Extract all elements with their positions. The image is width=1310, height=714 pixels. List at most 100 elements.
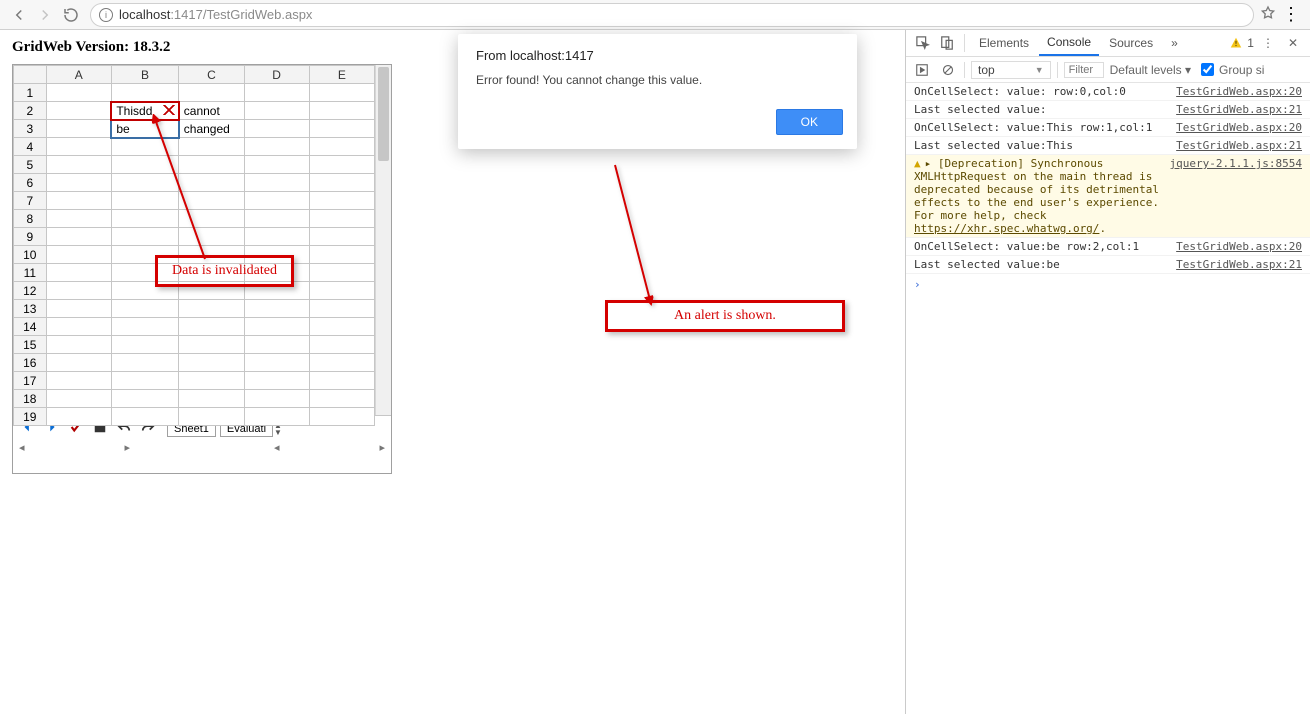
cell[interactable]: [309, 210, 374, 228]
cell[interactable]: [244, 174, 309, 192]
cell[interactable]: [111, 372, 178, 390]
cell[interactable]: [309, 174, 374, 192]
col-header[interactable]: E: [309, 66, 374, 84]
cell[interactable]: [309, 120, 374, 138]
console-source-link[interactable]: TestGridWeb.aspx:21: [1170, 139, 1302, 152]
cell[interactable]: [46, 354, 111, 372]
cell[interactable]: [244, 156, 309, 174]
cell[interactable]: [309, 282, 374, 300]
cell[interactable]: [46, 246, 111, 264]
row-header[interactable]: 5: [14, 156, 47, 174]
address-bar[interactable]: i localhost :1417/TestGridWeb.aspx: [90, 3, 1254, 27]
cell[interactable]: [46, 228, 111, 246]
cell[interactable]: [111, 84, 178, 102]
cell[interactable]: [46, 282, 111, 300]
console-line[interactable]: OnCellSelect: value:This row:1,col:1Test…: [906, 119, 1310, 137]
col-header[interactable]: B: [111, 66, 178, 84]
menu-button[interactable]: ⋮: [1276, 4, 1304, 25]
row-header[interactable]: 13: [14, 300, 47, 318]
cell[interactable]: [244, 138, 309, 156]
console-source-link[interactable]: TestGridWeb.aspx:21: [1170, 103, 1302, 116]
levels-select[interactable]: Default levels ▾: [1110, 63, 1191, 77]
group-checkbox[interactable]: Group si: [1197, 60, 1264, 79]
scroll-thumb[interactable]: [378, 67, 389, 161]
cell[interactable]: [46, 408, 111, 426]
console-prompt[interactable]: ›: [906, 274, 1310, 295]
cell[interactable]: [309, 156, 374, 174]
row-header[interactable]: 17: [14, 372, 47, 390]
bookmark-icon[interactable]: [1260, 5, 1276, 24]
row-header[interactable]: 16: [14, 354, 47, 372]
cell[interactable]: [46, 120, 111, 138]
devtools-close-icon[interactable]: ✕: [1282, 36, 1304, 50]
tab-console[interactable]: Console: [1039, 30, 1099, 56]
cell[interactable]: [244, 192, 309, 210]
console-line[interactable]: Last selected value:beTestGridWeb.aspx:2…: [906, 256, 1310, 274]
row-header[interactable]: 14: [14, 318, 47, 336]
console-source-link[interactable]: TestGridWeb.aspx:20: [1170, 121, 1302, 134]
console-line[interactable]: OnCellSelect: value:be row:2,col:1TestGr…: [906, 238, 1310, 256]
filter-input[interactable]: [1064, 62, 1104, 78]
row-header[interactable]: 7: [14, 192, 47, 210]
tab-sources[interactable]: Sources: [1101, 31, 1161, 55]
row-header[interactable]: 2: [14, 102, 47, 120]
cell[interactable]: [179, 300, 244, 318]
cell[interactable]: [111, 300, 178, 318]
forward-button[interactable]: [32, 3, 58, 27]
console-line[interactable]: ▲▸ [Deprecation] Synchronous XMLHttpRequ…: [906, 155, 1310, 238]
cell[interactable]: [179, 354, 244, 372]
console-line[interactable]: Last selected value:ThisTestGridWeb.aspx…: [906, 137, 1310, 155]
cell[interactable]: [309, 246, 374, 264]
cell[interactable]: [244, 102, 309, 120]
cell[interactable]: [309, 390, 374, 408]
cell[interactable]: [309, 228, 374, 246]
row-header[interactable]: 9: [14, 228, 47, 246]
dock-menu-icon[interactable]: ⋮: [1256, 36, 1280, 50]
console-source-link[interactable]: jquery-2.1.1.js:8554: [1164, 157, 1302, 235]
cell[interactable]: [179, 318, 244, 336]
cell[interactable]: [309, 318, 374, 336]
col-header[interactable]: C: [179, 66, 244, 84]
cell[interactable]: [309, 264, 374, 282]
console-line[interactable]: OnCellSelect: value: row:0,col:0TestGrid…: [906, 83, 1310, 101]
console-output[interactable]: OnCellSelect: value: row:0,col:0TestGrid…: [906, 83, 1310, 714]
cell[interactable]: [309, 300, 374, 318]
context-select[interactable]: top: [971, 61, 1051, 79]
cell[interactable]: [244, 318, 309, 336]
cell[interactable]: [46, 318, 111, 336]
cell[interactable]: [309, 192, 374, 210]
cell[interactable]: [309, 408, 374, 426]
cell[interactable]: [46, 174, 111, 192]
row-header[interactable]: 12: [14, 282, 47, 300]
cell[interactable]: [46, 390, 111, 408]
console-source-link[interactable]: TestGridWeb.aspx:20: [1170, 85, 1302, 98]
cell[interactable]: [244, 336, 309, 354]
cell[interactable]: [244, 228, 309, 246]
cell[interactable]: [46, 192, 111, 210]
horizontal-scrollbar[interactable]: ◂▸◂▸: [13, 441, 391, 454]
clear-console-icon[interactable]: [938, 60, 958, 80]
warning-icon[interactable]: [1229, 36, 1243, 50]
row-header[interactable]: 19: [14, 408, 47, 426]
cell[interactable]: [111, 318, 178, 336]
cell[interactable]: [46, 84, 111, 102]
cell[interactable]: [309, 102, 374, 120]
cell[interactable]: [46, 156, 111, 174]
cell[interactable]: [179, 372, 244, 390]
cell[interactable]: [309, 354, 374, 372]
alert-ok-button[interactable]: OK: [776, 109, 843, 135]
cell[interactable]: [111, 354, 178, 372]
row-header[interactable]: 15: [14, 336, 47, 354]
site-info-icon[interactable]: i: [99, 8, 113, 22]
cell[interactable]: [244, 372, 309, 390]
corner-cell[interactable]: [14, 66, 47, 84]
cell[interactable]: [244, 120, 309, 138]
device-icon[interactable]: [936, 32, 958, 54]
cell[interactable]: [111, 390, 178, 408]
cell[interactable]: [179, 336, 244, 354]
row-header[interactable]: 10: [14, 246, 47, 264]
vertical-scrollbar[interactable]: [375, 65, 391, 415]
console-play-icon[interactable]: [912, 60, 932, 80]
row-header[interactable]: 4: [14, 138, 47, 156]
cell[interactable]: [244, 300, 309, 318]
